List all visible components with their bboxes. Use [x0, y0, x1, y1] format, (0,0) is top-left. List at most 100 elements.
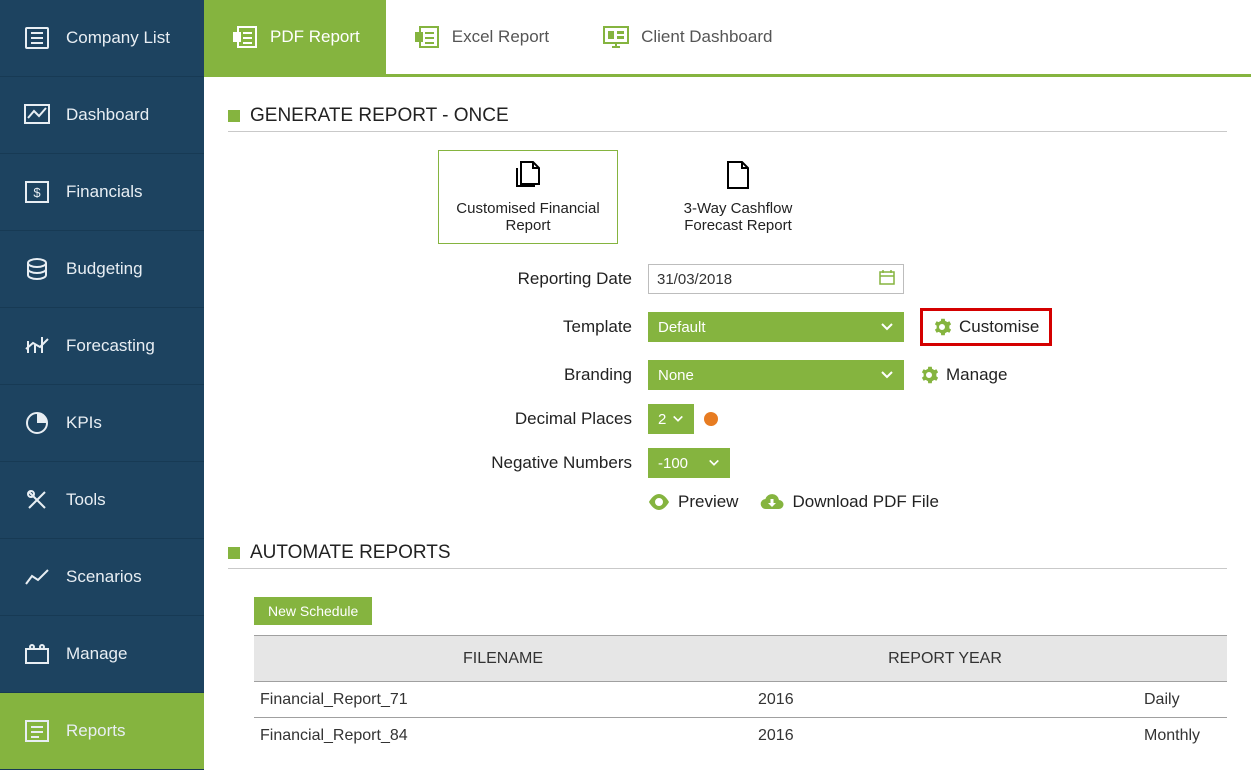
- section-bullet-icon: [228, 547, 240, 559]
- chevron-down-icon: [880, 319, 894, 336]
- cell-filename: Financial_Report_71: [254, 682, 752, 718]
- sidebar-item-dashboard[interactable]: Dashboard: [0, 77, 204, 154]
- sidebar-item-financials[interactable]: $ Financials: [0, 154, 204, 231]
- content: GENERATE REPORT - ONCE Customised Financ…: [204, 77, 1251, 748]
- sidebar-item-label: Forecasting: [66, 336, 155, 356]
- new-schedule-button[interactable]: New Schedule: [254, 597, 372, 625]
- sidebar-item-label: Reports: [66, 721, 126, 741]
- sidebar-item-label: Manage: [66, 644, 127, 664]
- company-list-icon: [22, 27, 52, 49]
- tab-label: Excel Report: [452, 27, 549, 47]
- tab-label: PDF Report: [270, 27, 360, 47]
- manage-icon: [22, 643, 52, 665]
- sidebar-item-label: KPIs: [66, 413, 102, 433]
- section-bullet-icon: [228, 110, 240, 122]
- negative-numbers-label: Negative Numbers: [228, 453, 648, 473]
- main-area: PDF Report Excel Report Client Dashboard…: [204, 0, 1251, 748]
- warning-dot-icon: [704, 412, 718, 426]
- dashboard-icon: [22, 104, 52, 126]
- schedules-table: FILENAME REPORT YEAR Financial_Report_71…: [254, 635, 1227, 748]
- manage-branding-button[interactable]: Manage: [920, 365, 1007, 385]
- svg-text:$: $: [33, 185, 41, 200]
- cloud-download-icon: [760, 493, 784, 511]
- download-pdf-button[interactable]: Download PDF File: [760, 492, 938, 512]
- template-select[interactable]: Default: [648, 312, 904, 342]
- manage-branding-label: Manage: [946, 365, 1007, 385]
- preview-label: Preview: [678, 492, 738, 512]
- sidebar-item-label: Scenarios: [66, 567, 142, 587]
- branding-select[interactable]: None: [648, 360, 904, 390]
- reporting-date-label: Reporting Date: [228, 269, 648, 289]
- card-label: Customised Financial Report: [445, 200, 611, 234]
- row-template: Template Default Customise: [228, 308, 1227, 346]
- sidebar-item-kpis[interactable]: KPIs: [0, 385, 204, 462]
- card-3way-cashflow-report[interactable]: 3-Way Cashflow Forecast Report: [648, 150, 828, 244]
- cell-year: 2016: [752, 718, 1138, 749]
- tab-label: Client Dashboard: [641, 27, 772, 47]
- decimal-places-label: Decimal Places: [228, 409, 648, 429]
- sidebar-item-company-list[interactable]: Company List: [0, 0, 204, 77]
- reports-icon: [22, 720, 52, 742]
- section-title-automate: AUTOMATE REPORTS: [228, 542, 1227, 569]
- sidebar-item-label: Company List: [66, 28, 170, 48]
- gear-icon: [933, 318, 951, 336]
- row-negative-numbers: Negative Numbers -100: [228, 448, 1227, 478]
- branding-label: Branding: [228, 365, 648, 385]
- financials-icon: $: [22, 181, 52, 203]
- eye-icon: [648, 494, 670, 510]
- sidebar-item-label: Budgeting: [66, 259, 143, 279]
- sidebar-item-forecasting[interactable]: Forecasting: [0, 308, 204, 385]
- report-tabs: PDF Report Excel Report Client Dashboard: [204, 0, 1251, 77]
- col-frequency[interactable]: [1138, 636, 1227, 682]
- decimal-places-select[interactable]: 2: [648, 404, 694, 434]
- card-customised-financial-report[interactable]: Customised Financial Report: [438, 150, 618, 244]
- app-root: Company List Dashboard $ Financials Budg…: [0, 0, 1251, 748]
- sidebar-item-manage[interactable]: Manage: [0, 616, 204, 693]
- row-reporting-date: Reporting Date 31/03/2018: [228, 264, 1227, 294]
- section-title-generate: GENERATE REPORT - ONCE: [228, 105, 1227, 132]
- col-report-year[interactable]: REPORT YEAR: [752, 636, 1138, 682]
- customise-label: Customise: [959, 317, 1039, 337]
- pdf-report-icon: [230, 26, 260, 48]
- scenarios-icon: [22, 566, 52, 588]
- branding-value: None: [658, 367, 694, 384]
- sidebar-item-tools[interactable]: Tools: [0, 462, 204, 539]
- chevron-down-icon: [880, 367, 894, 384]
- download-label: Download PDF File: [792, 492, 938, 512]
- cell-year: 2016: [752, 682, 1138, 718]
- tab-excel-report[interactable]: Excel Report: [386, 0, 575, 74]
- sidebar-item-reports[interactable]: Reports: [0, 693, 204, 770]
- calendar-icon: [879, 269, 895, 289]
- chevron-down-icon: [708, 455, 720, 472]
- cell-freq: Monthly: [1138, 718, 1227, 749]
- document-icon: [724, 160, 752, 194]
- sidebar-item-scenarios[interactable]: Scenarios: [0, 539, 204, 616]
- sidebar-item-label: Financials: [66, 182, 143, 202]
- reporting-date-input[interactable]: 31/03/2018: [648, 264, 904, 294]
- customise-button[interactable]: Customise: [920, 308, 1052, 346]
- card-label: 3-Way Cashflow Forecast Report: [654, 200, 822, 234]
- gear-icon: [920, 366, 938, 384]
- report-actions: Preview Download PDF File: [648, 492, 1227, 512]
- cell-freq: Daily: [1138, 682, 1227, 718]
- negative-numbers-select[interactable]: -100: [648, 448, 730, 478]
- row-branding: Branding None Manage: [228, 360, 1227, 390]
- decimal-places-value: 2: [658, 411, 666, 428]
- tools-icon: [22, 488, 52, 512]
- preview-button[interactable]: Preview: [648, 492, 738, 512]
- table-row[interactable]: Financial_Report_71 2016 Daily: [254, 682, 1227, 718]
- col-filename[interactable]: FILENAME: [254, 636, 752, 682]
- negative-numbers-value: -100: [658, 455, 688, 472]
- chevron-down-icon: [672, 411, 684, 428]
- table-row[interactable]: Financial_Report_84 2016 Monthly: [254, 718, 1227, 749]
- documents-stack-icon: [511, 160, 545, 194]
- cell-filename: Financial_Report_84: [254, 718, 752, 749]
- sidebar: Company List Dashboard $ Financials Budg…: [0, 0, 204, 748]
- sidebar-item-budgeting[interactable]: Budgeting: [0, 231, 204, 308]
- report-type-cards: Customised Financial Report 3-Way Cashfl…: [438, 150, 1227, 244]
- tab-client-dashboard[interactable]: Client Dashboard: [575, 0, 798, 74]
- sidebar-item-label: Tools: [66, 490, 106, 510]
- template-label: Template: [228, 317, 648, 337]
- kpis-icon: [22, 411, 52, 435]
- tab-pdf-report[interactable]: PDF Report: [204, 0, 386, 74]
